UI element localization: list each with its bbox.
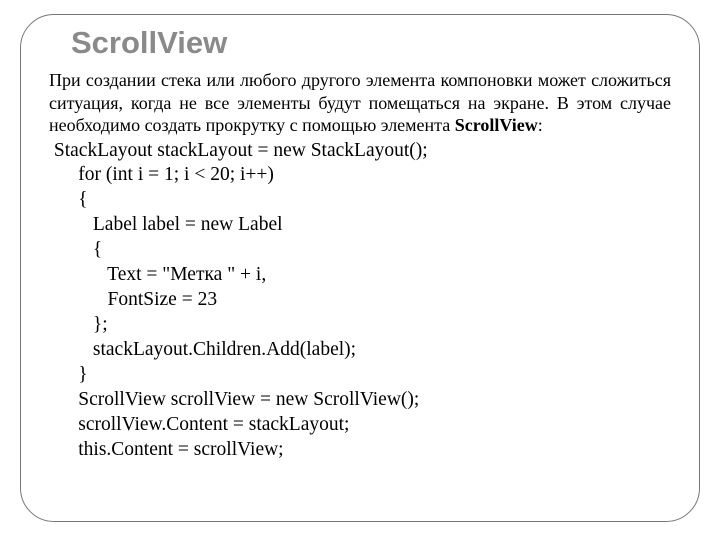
code-line: this.Content = scrollView; [49, 438, 671, 463]
code-line: Label label = new Label [49, 213, 671, 238]
code-line: ScrollView scrollView = new ScrollView()… [49, 388, 671, 413]
code-line: { [49, 188, 671, 213]
code-line: FontSize = 23 [49, 288, 671, 313]
description-paragraph: При создании стека или любого другого эл… [49, 69, 671, 137]
code-line: stackLayout.Children.Add(label); [49, 338, 671, 363]
code-line: for (int i = 1; i < 20; i++) [49, 163, 671, 188]
code-line: }; [49, 313, 671, 338]
paragraph-tail: : [538, 115, 543, 135]
paragraph-strong: ScrollView [455, 115, 538, 135]
code-line: } [49, 363, 671, 388]
slide-title: ScrollView [71, 25, 671, 61]
code-line: scrollView.Content = stackLayout; [49, 413, 671, 438]
code-block: StackLayout stackLayout = new StackLayou… [49, 139, 671, 463]
code-line: StackLayout stackLayout = new StackLayou… [49, 139, 671, 164]
slide-frame: ScrollView При создании стека или любого… [20, 14, 700, 522]
code-line: Text = "Метка " + i, [49, 263, 671, 288]
code-line: { [49, 238, 671, 263]
paragraph-text: При создании стека или любого другого эл… [49, 70, 671, 135]
